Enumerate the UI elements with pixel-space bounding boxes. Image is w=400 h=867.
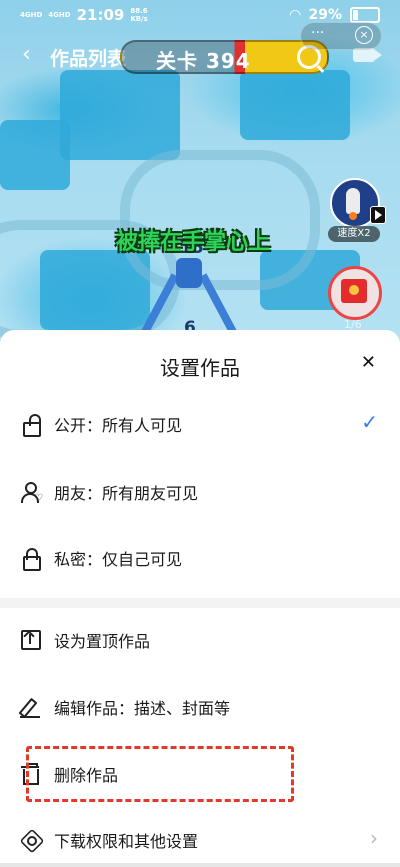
ice-block (0, 120, 70, 190)
level-banner: 关卡 394 (120, 40, 329, 74)
close-circle-icon[interactable]: × (355, 26, 373, 44)
network-speed: 88.6 KB/s (130, 7, 148, 23)
clock: 21:09 (76, 6, 125, 24)
network-indicator: 4GHD (48, 11, 71, 19)
network-indicator: 4GHD (20, 11, 43, 19)
mini-program-capsule: ··· × (300, 22, 382, 50)
action-label: 下载权限和其他设置 (54, 832, 199, 851)
video-caption: 被捧在手掌心上 (116, 230, 271, 255)
action-label: 编辑作品：描述、封面等 (54, 699, 231, 718)
level-text: 关卡 394 (156, 49, 251, 73)
ride-cart (176, 258, 202, 288)
option-label: 私密：仅自己可见 (54, 550, 183, 569)
friend-icon: ♡ (20, 481, 43, 504)
unlock-icon (20, 413, 42, 437)
edit-icon (18, 696, 42, 719)
ice-block (240, 70, 350, 140)
battery-icon (350, 7, 380, 23)
privacy-option-friends[interactable]: ♡ 朋友：所有朋友可见 (0, 464, 400, 520)
speed-label: 速度X2 (328, 226, 380, 242)
option-label: 朋友：所有朋友可见 (54, 484, 199, 503)
privacy-option-public[interactable]: 公开：所有人可见 ✓ (0, 396, 400, 452)
settings-icon (19, 828, 45, 854)
privacy-option-private[interactable]: 私密：仅自己可见 (0, 530, 400, 586)
battery-percent: 29% (308, 7, 342, 23)
section-divider (0, 598, 400, 608)
wifi-icon: ◠ (289, 7, 301, 23)
red-packet-icon (341, 279, 367, 303)
ice-block (60, 70, 180, 160)
red-packet-button[interactable] (328, 266, 382, 320)
chevron-right-icon: › (370, 826, 378, 850)
sheet-title: 设置作品 (160, 356, 240, 380)
page-title: 作品列表 (50, 48, 127, 70)
video-background: 15 6 被捧在手掌心上 速度X2 1/6 4GHD 4GHD 21:09 88… (0, 0, 400, 360)
pin-top-icon (20, 629, 42, 651)
close-icon[interactable]: ✕ (361, 352, 376, 373)
action-download-settings[interactable]: 下载权限和其他设置 › (0, 812, 400, 867)
check-icon: ✓ (361, 410, 378, 434)
rocket-icon (346, 188, 360, 220)
back-icon[interactable]: ‹ (22, 42, 31, 67)
action-edit[interactable]: 编辑作品：描述、封面等 (0, 679, 400, 735)
lock-icon (20, 547, 42, 571)
highlight-annotation (26, 746, 294, 802)
action-label: 设为置顶作品 (54, 632, 151, 651)
more-icon[interactable]: ··· (311, 25, 324, 41)
play-icon[interactable] (370, 206, 386, 224)
settings-sheet: 设置作品 ✕ 公开：所有人可见 ✓ ♡ 朋友：所有朋友可见 私密：仅自己可见 设… (0, 330, 400, 867)
camera-icon[interactable] (353, 48, 382, 62)
option-label: 公开：所有人可见 (54, 416, 183, 435)
action-pin-top[interactable]: 设为置顶作品 (0, 612, 400, 668)
home-indicator (0, 863, 400, 867)
